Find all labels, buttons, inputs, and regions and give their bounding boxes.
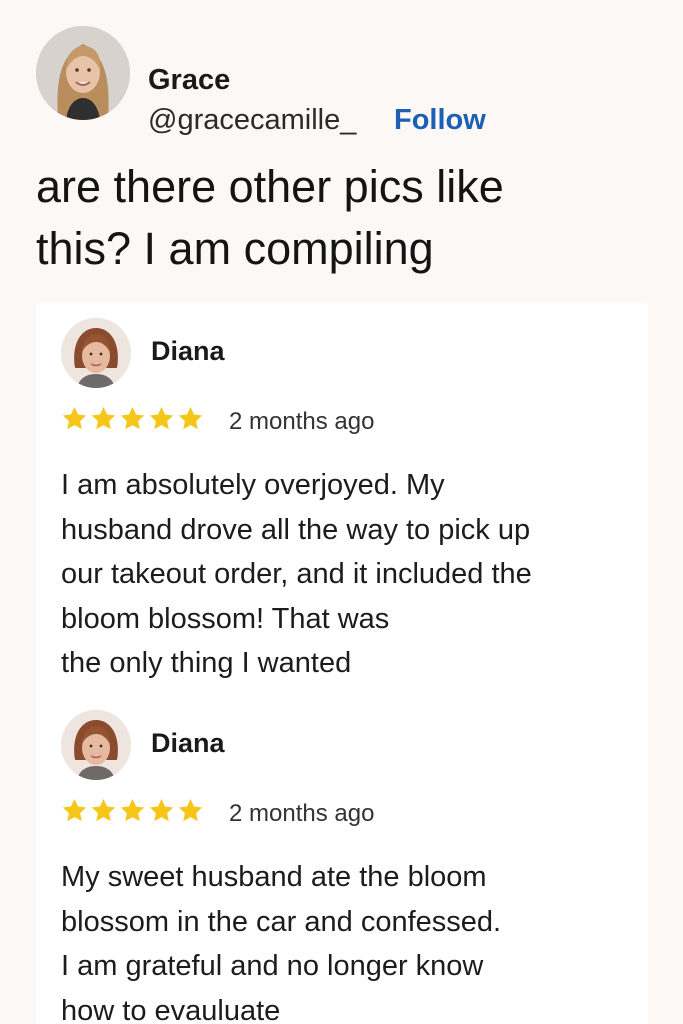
review-image-card: Diana 2 months ago I am absolutely overj… [36,303,648,1024]
review-text-line: blossom in the car and confessed. [61,905,502,938]
reviewer-name: Diana [151,336,225,366]
review-text-line: husband drove all the way to pick up [61,513,531,546]
screenshot-page: Grace @gracecamille_ Follow are there ot… [0,0,683,1024]
reviewer-avatar [61,318,131,388]
author-handle[interactable]: @gracecamille_ [148,104,356,137]
review-text: I am absolutely overjoyed. My husband dr… [61,463,631,686]
author-photo [36,26,130,120]
reviewer-photo [61,318,131,388]
star-icon [120,799,145,822]
review-text-line: how to evauluate [61,994,281,1024]
star-rating [61,797,206,827]
star-icon [62,799,87,822]
review-text-line: My sweet husband ate the bloom [61,861,487,893]
tweet-text-line: are there other pics like [36,161,504,212]
star-rating [61,405,206,435]
reviewer-photo [61,710,131,780]
follow-button[interactable]: Follow [394,104,486,137]
star-icon [149,799,174,822]
rating-row: 2 months ago [61,797,621,827]
review-time: 2 months ago [229,408,375,435]
review-text-line: our takeout order, and it included the [61,558,532,590]
star-icon [178,799,203,822]
star-icon [62,407,87,430]
review-text: My sweet husband ate the bloom blossom i… [61,855,631,1024]
tweet-text: are there other pics like this? I am com… [36,156,656,280]
reviewer-name: Diana [151,728,225,758]
review-text-line: I am grateful and no longer know [61,950,484,982]
review-text-line: bloom blossom! That was [61,602,390,635]
author-name[interactable]: Grace [148,64,230,97]
review-time: 2 months ago [229,800,375,827]
star-icon [120,407,145,430]
review-text-line: I am absolutely overjoyed. My [61,469,445,501]
star-icon [91,799,116,822]
tweet-text-line: this? I am compiling [36,223,434,274]
star-icon [91,407,116,430]
review-text-line: the only thing I wanted [61,647,352,679]
star-icon [149,407,174,430]
tweet-header: Grace @gracecamille_ Follow [36,26,656,136]
author-avatar[interactable] [36,26,130,120]
reviewer-avatar [61,710,131,780]
star-icon [178,407,203,430]
rating-row: 2 months ago [61,405,621,435]
